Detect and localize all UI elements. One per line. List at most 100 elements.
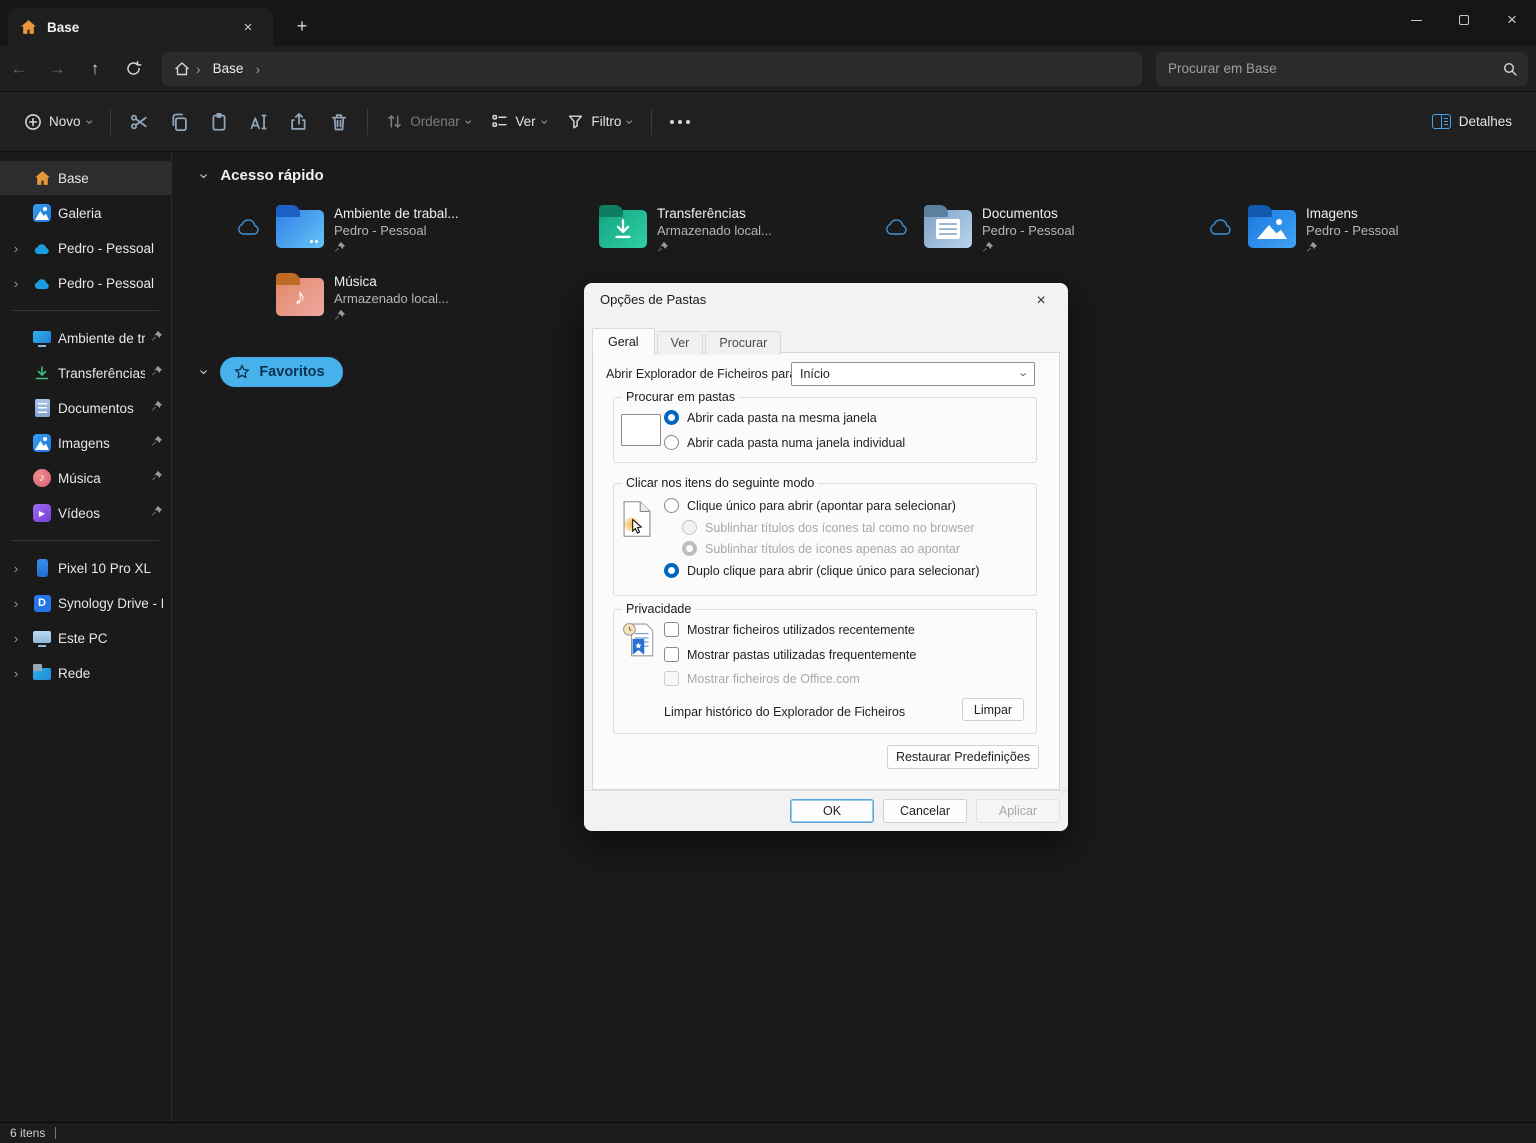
- window-controls: [1392, 0, 1536, 40]
- breadcrumb-item-base[interactable]: Base: [207, 61, 250, 76]
- radio-own-window[interactable]: Abrir cada pasta numa janela individual: [664, 435, 905, 450]
- up-button[interactable]: [76, 52, 114, 86]
- chevron-down-icon: [624, 119, 638, 124]
- checkbox-frequent-folders[interactable]: Mostrar pastas utilizadas frequentemente: [664, 647, 916, 662]
- restore-defaults-button[interactable]: Restaurar Predefinições: [887, 745, 1039, 769]
- home-icon: [32, 168, 52, 188]
- back-button[interactable]: [0, 52, 38, 86]
- onedrive-cloud-icon: [32, 273, 52, 293]
- sidebar-item-videos[interactable]: Vídeos: [0, 496, 171, 530]
- onedrive-cloud-icon: [32, 238, 52, 258]
- sidebar-item-galeria[interactable]: Galeria: [0, 196, 171, 230]
- quick-access-title: Acesso rápido: [220, 167, 323, 184]
- radio-double-click[interactable]: Duplo clique para abrir (clique único pa…: [664, 563, 980, 578]
- pictures-folder-icon: [1248, 210, 1296, 248]
- search-box[interactable]: [1156, 52, 1528, 86]
- ok-button[interactable]: OK: [790, 799, 874, 823]
- tab-bar: Base: [0, 0, 1536, 46]
- tab-procurar[interactable]: Procurar: [705, 331, 781, 355]
- share-button[interactable]: [279, 104, 319, 140]
- radio-icon: [664, 498, 679, 513]
- cut-button[interactable]: [119, 104, 159, 140]
- pin-icon: [151, 504, 163, 522]
- filter-button[interactable]: Filtro: [557, 106, 643, 137]
- sidebar-item-synology-drive[interactable]: Synology Drive - Fi: [0, 586, 171, 620]
- delete-button[interactable]: [319, 104, 359, 140]
- cancel-button[interactable]: Cancelar: [883, 799, 967, 823]
- sidebar-item-pixel-10-pro-xl[interactable]: Pixel 10 Pro XL: [0, 551, 171, 585]
- expand-chevron-icon[interactable]: [6, 276, 26, 291]
- divider: [110, 109, 111, 135]
- copy-button[interactable]: [159, 104, 199, 140]
- radio-disabled-icon: [682, 520, 697, 535]
- trash-icon: [329, 112, 349, 132]
- single-click-page-icon: [623, 500, 651, 538]
- sidebar-item-onedrive-2[interactable]: Pedro - Pessoal: [0, 266, 171, 300]
- sidebar-item-onedrive-1[interactable]: Pedro - Pessoal: [0, 231, 171, 265]
- sort-icon: [386, 113, 403, 130]
- tile-ambiente-de-trabalho[interactable]: Ambiente de trabal... Pedro - Pessoal: [236, 205, 459, 258]
- sidebar-item-musica[interactable]: Música: [0, 461, 171, 495]
- expand-chevron-icon[interactable]: [6, 596, 26, 611]
- dialog-close-icon[interactable]: [1026, 288, 1056, 314]
- sidebar-item-este-pc[interactable]: Este PC: [0, 621, 171, 655]
- new-tab-button[interactable]: [288, 12, 316, 40]
- tab-ver[interactable]: Ver: [657, 331, 704, 355]
- tile-imagens[interactable]: Imagens Pedro - Pessoal: [1208, 205, 1399, 258]
- rename-button[interactable]: [239, 104, 279, 140]
- sidebar-item-base[interactable]: Base: [0, 161, 171, 195]
- clipboard-icon: [209, 112, 229, 132]
- chevron-down-icon: [538, 119, 552, 124]
- dropdown-value: Início: [800, 367, 830, 381]
- expand-chevron-icon[interactable]: [6, 241, 26, 256]
- sidebar-item-imagens[interactable]: Imagens: [0, 426, 171, 460]
- downloads-folder-icon: [599, 210, 647, 248]
- breadcrumb[interactable]: Base: [162, 52, 1142, 86]
- quick-access-header[interactable]: Acesso rápido: [201, 167, 324, 184]
- pin-icon: [151, 399, 163, 417]
- sidebar-item-rede[interactable]: Rede: [0, 656, 171, 690]
- expand-chevron-icon[interactable]: [6, 631, 26, 646]
- sidebar-item-ambiente-de-trabalho[interactable]: Ambiente de trab: [0, 321, 171, 355]
- collapse-chevron-icon[interactable]: [196, 173, 212, 178]
- new-button[interactable]: Novo: [14, 106, 102, 138]
- sort-button[interactable]: Ordenar: [376, 106, 481, 137]
- sidebar-item-documentos[interactable]: Documentos: [0, 391, 171, 425]
- navigation-pane: Base Galeria Pedro - Pessoal Pedro - Pes…: [0, 152, 172, 1122]
- forward-button[interactable]: [38, 52, 76, 86]
- expand-chevron-icon[interactable]: [6, 561, 26, 576]
- radio-single-click[interactable]: Clique único para abrir (apontar para se…: [664, 498, 956, 513]
- pictures-icon: [32, 433, 52, 453]
- tile-documentos[interactable]: Documentos Pedro - Pessoal: [884, 205, 1075, 258]
- sidebar-item-transferencias[interactable]: Transferências: [0, 356, 171, 390]
- tab-geral[interactable]: Geral: [592, 328, 655, 356]
- favorites-header[interactable]: Favoritos: [201, 357, 343, 387]
- tile-transferencias[interactable]: Transferências Armazenado local...: [559, 205, 772, 258]
- tab-base[interactable]: Base: [8, 8, 273, 46]
- expand-chevron-icon[interactable]: [6, 666, 26, 681]
- clear-button[interactable]: Limpar: [962, 698, 1024, 721]
- refresh-button[interactable]: [114, 52, 152, 86]
- maximize-button[interactable]: [1440, 0, 1488, 40]
- view-button[interactable]: Ver: [481, 106, 557, 137]
- checkbox-recent-files[interactable]: Mostrar ficheiros utilizados recentement…: [664, 622, 915, 637]
- more-button[interactable]: [660, 104, 700, 140]
- close-button[interactable]: [1488, 0, 1536, 40]
- details-pane-button[interactable]: Detalhes: [1422, 107, 1522, 136]
- radio-same-window[interactable]: Abrir cada pasta na mesma janela: [664, 410, 877, 425]
- search-input[interactable]: [1166, 60, 1502, 77]
- document-icon: [32, 398, 52, 418]
- documents-folder-icon: [924, 210, 972, 248]
- tile-musica[interactable]: Música Armazenado local...: [236, 273, 449, 326]
- share-icon: [289, 112, 309, 132]
- browse-folders-group: Procurar em pastas Abrir cada pasta na m…: [613, 397, 1037, 463]
- minimize-button[interactable]: [1392, 0, 1440, 40]
- favorites-pill[interactable]: Favoritos: [220, 357, 342, 387]
- open-explorer-dropdown[interactable]: Início: [791, 362, 1035, 386]
- radio-selected-icon: [664, 410, 679, 425]
- tab-close-icon[interactable]: [235, 15, 261, 39]
- rename-icon: [249, 112, 269, 132]
- pin-icon: [151, 364, 163, 382]
- collapse-chevron-icon[interactable]: [196, 369, 212, 374]
- paste-button[interactable]: [199, 104, 239, 140]
